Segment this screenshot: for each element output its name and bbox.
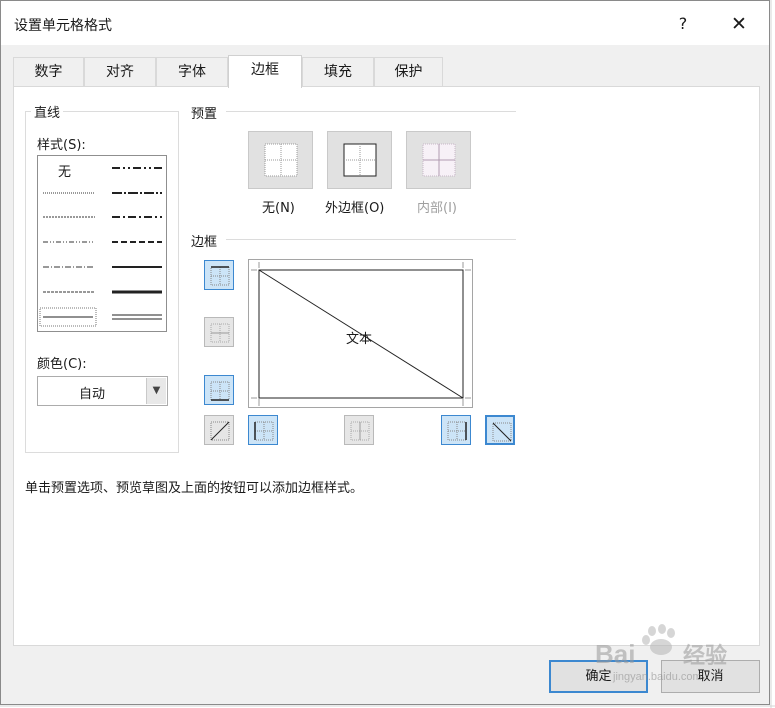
preset-outline-icon xyxy=(343,143,377,177)
line-group-title: 直线 xyxy=(31,102,64,121)
diagonal-down-icon xyxy=(492,422,512,442)
border-separator xyxy=(226,239,516,240)
border-right-button[interactable] xyxy=(441,415,471,445)
presets-separator xyxy=(226,111,516,112)
title-bar: 设置单元格格式 ? ✕ xyxy=(1,1,769,45)
preset-none-label: 无(N) xyxy=(262,201,295,216)
help-button[interactable]: ? xyxy=(668,11,698,37)
dialog-title: 设置单元格格式 xyxy=(14,18,112,34)
border-right-icon xyxy=(447,421,467,441)
line-style-list[interactable]: 无 xyxy=(37,155,167,332)
color-label: 颜色(C): xyxy=(37,357,87,372)
tab-protection[interactable]: 保护 xyxy=(374,57,443,87)
close-button[interactable]: ✕ xyxy=(723,11,755,37)
preset-inside-label: 内部(I) xyxy=(417,201,457,216)
border-left-button[interactable] xyxy=(248,415,278,445)
hint-text: 单击预置选项、预览草图及上面的按钮可以添加边框样式。 xyxy=(25,481,364,496)
tab-alignment[interactable]: 对齐 xyxy=(84,57,156,87)
tab-border[interactable]: 边框 xyxy=(228,55,302,88)
color-dropdown[interactable]: 自动 ▼ xyxy=(37,376,168,406)
line-style-none[interactable]: 无 xyxy=(58,161,71,180)
line-style-swatches[interactable] xyxy=(38,156,166,331)
border-inside-horizontal-button[interactable] xyxy=(204,317,234,347)
border-top-button[interactable] xyxy=(204,260,234,290)
preset-none-button[interactable] xyxy=(248,131,313,189)
border-tab-panel: 直线 样式(S): 无 颜色(C): 自动 ▼ 预置 无(N) 外边框(O) 内… xyxy=(13,86,760,646)
format-cells-dialog: 设置单元格格式 ? ✕ 数字 对齐 字体 边框 填充 保护 直线 样式(S): … xyxy=(0,0,770,705)
border-title: 边框 xyxy=(191,235,218,250)
diagonal-up-icon xyxy=(210,421,230,441)
border-inside-horizontal-icon xyxy=(210,323,230,343)
preset-inside-icon xyxy=(422,143,456,177)
preset-outline-button[interactable] xyxy=(327,131,392,189)
preset-outline-label: 外边框(O) xyxy=(325,201,385,216)
border-preview[interactable]: 文本 xyxy=(248,259,473,408)
preset-none-icon xyxy=(264,143,298,177)
chevron-down-icon[interactable]: ▼ xyxy=(146,378,166,404)
border-left-icon xyxy=(254,421,274,441)
preview-text: 文本 xyxy=(346,332,373,347)
presets-title: 预置 xyxy=(191,107,218,122)
border-inside-vertical-icon xyxy=(350,421,370,441)
style-label: 样式(S): xyxy=(37,138,86,153)
border-inside-vertical-button[interactable] xyxy=(344,415,374,445)
ok-button[interactable]: 确定 xyxy=(549,660,648,693)
cancel-button[interactable]: 取消 xyxy=(661,660,760,693)
border-diagonal-up-button[interactable] xyxy=(204,415,234,445)
tab-fill[interactable]: 填充 xyxy=(302,57,374,87)
border-bottom-button[interactable] xyxy=(204,375,234,405)
color-value: 自动 xyxy=(78,387,105,402)
tab-font[interactable]: 字体 xyxy=(156,57,228,87)
border-top-icon xyxy=(210,266,230,286)
preset-inside-button[interactable] xyxy=(406,131,471,189)
border-diagonal-down-button[interactable] xyxy=(485,415,515,445)
tab-number[interactable]: 数字 xyxy=(13,57,84,87)
border-bottom-icon xyxy=(210,381,230,401)
